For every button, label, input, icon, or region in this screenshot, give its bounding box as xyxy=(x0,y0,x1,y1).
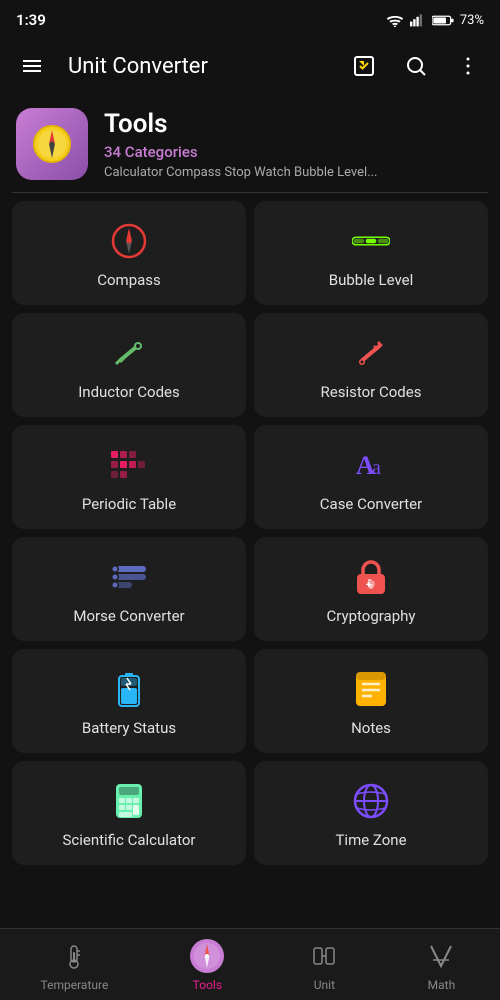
app-bar: Unit Converter xyxy=(0,36,500,96)
grid-item-time-zone[interactable]: Time Zone xyxy=(254,761,488,865)
temperature-nav-icon xyxy=(56,938,92,974)
morse-converter-label: Morse Converter xyxy=(73,607,184,625)
grid-item-inductor-codes[interactable]: Inductor Codes xyxy=(12,313,246,417)
grid-item-scientific-calculator[interactable]: Scientific Calculator xyxy=(12,761,246,865)
grid-item-compass[interactable]: Compass xyxy=(12,201,246,305)
inductor-codes-icon xyxy=(109,333,149,373)
temperature-nav-label: Temperature xyxy=(41,978,109,992)
resistor-codes-icon xyxy=(351,333,391,373)
math-nav-label: Math xyxy=(428,978,456,992)
category-count: 34 Categories xyxy=(104,143,378,161)
bubble-level-icon xyxy=(351,221,391,261)
compass-icon xyxy=(30,122,74,166)
favorites-button[interactable] xyxy=(344,46,384,86)
search-button[interactable] xyxy=(396,46,436,86)
category-info: Tools 34 Categories Calculator Compass S… xyxy=(104,109,378,180)
time-zone-icon xyxy=(351,781,391,821)
time-zone-label: Time Zone xyxy=(335,831,406,849)
math-nav-icon xyxy=(423,938,459,974)
scientific-calculator-icon xyxy=(109,781,149,821)
case-converter-icon: A a xyxy=(351,445,391,485)
nav-item-unit[interactable]: Unit xyxy=(290,930,358,1000)
category-name: Tools xyxy=(104,109,378,139)
wifi-icon xyxy=(386,13,404,27)
bottom-nav: Temperature Tools Unit xyxy=(0,928,500,1000)
battery-status-icon xyxy=(432,14,454,27)
notes-label: Notes xyxy=(351,719,391,737)
compass-label: Compass xyxy=(97,271,161,289)
tools-nav-icon xyxy=(189,938,225,974)
inductor-codes-label: Inductor Codes xyxy=(78,383,180,401)
nav-item-math[interactable]: Math xyxy=(407,930,475,1000)
case-converter-label: Case Converter xyxy=(320,495,422,513)
svg-text:+: + xyxy=(366,580,372,591)
grid-item-cryptography[interactable]: + Cryptography xyxy=(254,537,488,641)
battery-status-label: Battery Status xyxy=(82,719,176,737)
scientific-calculator-label: Scientific Calculator xyxy=(63,831,196,849)
grid-item-case-converter[interactable]: A a Case Converter xyxy=(254,425,488,529)
category-description: Calculator Compass Stop Watch Bubble Lev… xyxy=(104,165,378,180)
grid-item-periodic-table[interactable]: Periodic Table xyxy=(12,425,246,529)
nav-item-tools[interactable]: Tools xyxy=(173,930,241,1000)
nav-item-temperature[interactable]: Temperature xyxy=(25,930,125,1000)
notes-icon xyxy=(351,669,391,709)
unit-nav-icon xyxy=(306,938,342,974)
more-options-button[interactable] xyxy=(448,46,488,86)
menu-button[interactable] xyxy=(12,46,52,86)
compass-icon xyxy=(109,221,149,261)
category-icon xyxy=(16,108,88,180)
resistor-codes-label: Resistor Codes xyxy=(321,383,422,401)
battery-status-icon xyxy=(109,669,149,709)
svg-text:a: a xyxy=(372,457,381,479)
tools-nav-label: Tools xyxy=(193,978,222,992)
status-bar: 1:39 73% xyxy=(0,0,500,36)
tools-grid: Compass Bubble Level Inductor Codes Resi… xyxy=(0,193,500,873)
signal-icon xyxy=(410,13,426,27)
battery-percent: 73% xyxy=(460,13,484,28)
grid-item-bubble-level[interactable]: Bubble Level xyxy=(254,201,488,305)
cryptography-icon: + xyxy=(351,557,391,597)
grid-item-battery-status[interactable]: Battery Status xyxy=(12,649,246,753)
periodic-table-label: Periodic Table xyxy=(82,495,176,513)
bubble-level-label: Bubble Level xyxy=(329,271,414,289)
category-header: Tools 34 Categories Calculator Compass S… xyxy=(0,96,500,192)
cryptography-label: Cryptography xyxy=(327,607,416,625)
status-icons: 73% xyxy=(386,13,484,28)
grid-item-morse-converter[interactable]: Morse Converter xyxy=(12,537,246,641)
app-bar-title: Unit Converter xyxy=(68,54,328,79)
status-time: 1:39 xyxy=(16,11,46,29)
morse-converter-icon xyxy=(109,557,149,597)
grid-item-notes[interactable]: Notes xyxy=(254,649,488,753)
periodic-table-icon xyxy=(109,445,149,485)
grid-item-resistor-codes[interactable]: Resistor Codes xyxy=(254,313,488,417)
unit-nav-label: Unit xyxy=(314,978,335,992)
app-bar-actions xyxy=(344,46,488,86)
